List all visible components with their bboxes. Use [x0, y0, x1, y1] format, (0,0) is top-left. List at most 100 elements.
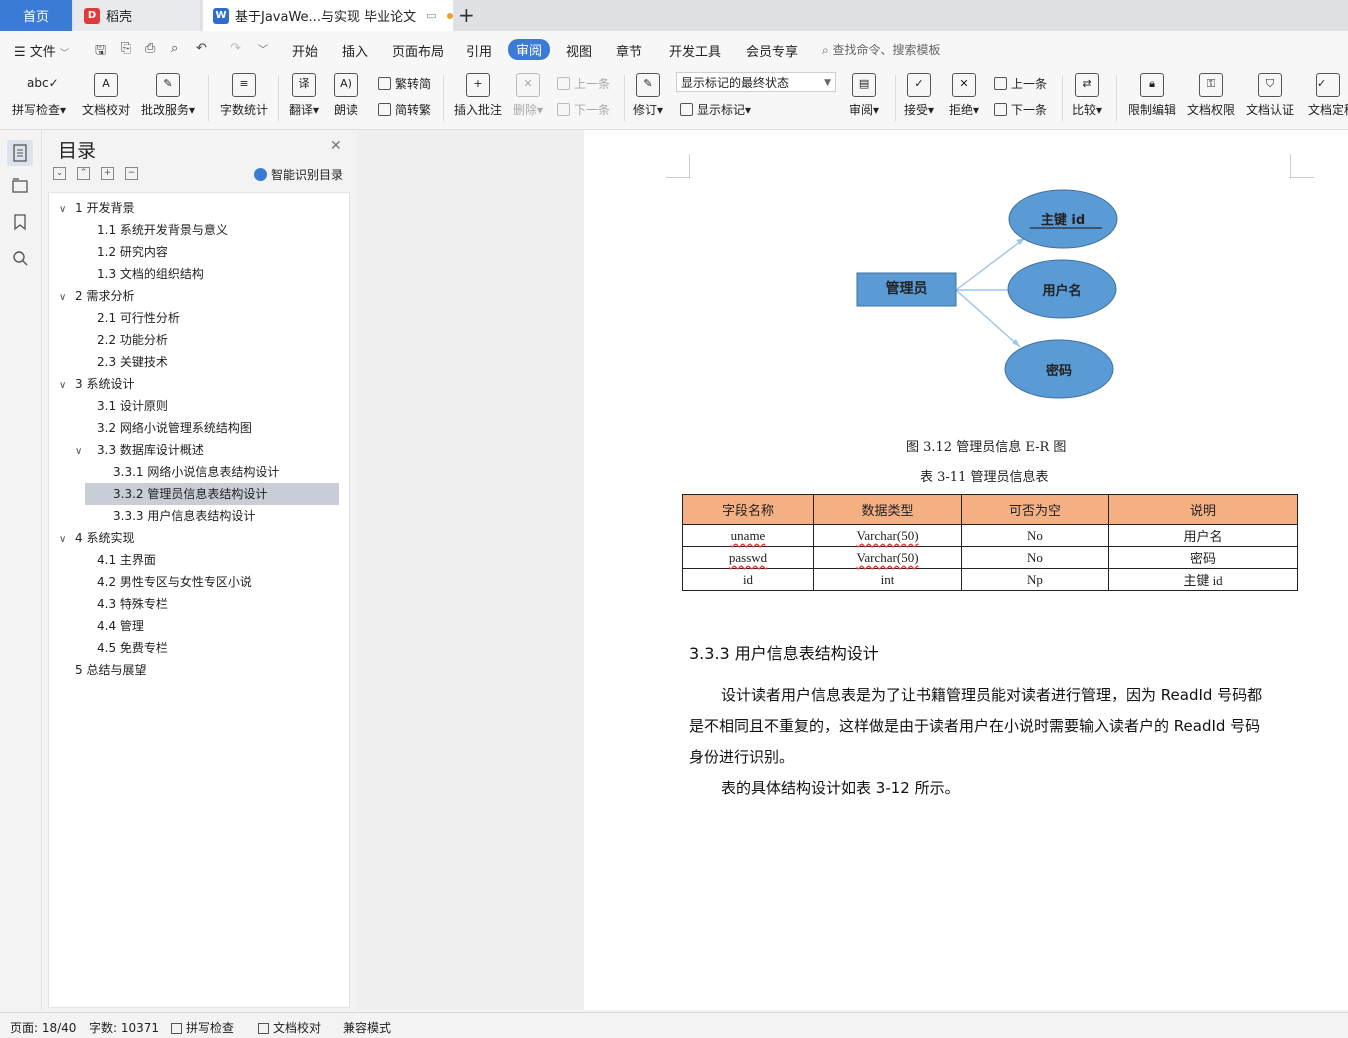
toc-item[interactable]: 3.1 设计原则	[49, 395, 168, 417]
navigation-icon[interactable]	[11, 177, 29, 195]
add-heading-icon[interactable]: +	[101, 167, 114, 180]
reject-button[interactable]: ✕ 拒绝▾	[949, 73, 979, 118]
status-proof[interactable]: 文档校对	[258, 1019, 321, 1036]
toc-item[interactable]: 4.4 管理	[49, 615, 144, 637]
toc-item[interactable]: 3.3.2 管理员信息表结构设计	[85, 483, 339, 505]
toc-item[interactable]: ∨ 1 开发背景	[49, 197, 134, 219]
translate-button[interactable]: 译翻译▾	[289, 73, 319, 118]
next-change-button[interactable]: 下一条	[994, 101, 1047, 118]
show-markup-button[interactable]: 显示标记▾	[680, 101, 751, 118]
menu-item-view[interactable]: 视图	[566, 41, 592, 60]
menu-item-layout[interactable]: 页面布局	[392, 41, 444, 60]
toc-item[interactable]: ∨ 4 系统实现	[49, 527, 134, 549]
toc-item[interactable]: ∨ 3.3 数据库设计概述	[49, 439, 204, 461]
trad-to-simp-button[interactable]: 繁转简	[378, 75, 431, 92]
menu-item-review[interactable]: 审阅	[508, 39, 551, 60]
menu-item-devtools[interactable]: 开发工具	[669, 41, 721, 60]
redo-icon[interactable]: ↷	[230, 41, 241, 56]
batch-service-button[interactable]: ✎ 批改服务▾	[141, 73, 195, 118]
next-comment-button[interactable]: 下一条	[557, 101, 610, 118]
remove-heading-icon[interactable]: −	[125, 167, 138, 180]
delete-comment-button[interactable]: ✕ 删除▾	[513, 73, 543, 118]
insert-comment-button[interactable]: + 插入批注	[454, 73, 502, 118]
doc-final-button[interactable]: ✓ 文档定稿	[1308, 73, 1348, 118]
chevron-down-icon[interactable]: ∨	[59, 375, 75, 397]
simp-to-trad-label: 简转繁	[395, 103, 432, 117]
spellcheck-label: 拼写检查	[12, 103, 61, 117]
smart-toc-button[interactable]: 智能识别目录	[254, 166, 343, 183]
spellcheck-button[interactable]: abc✓ 拼写检查▾	[12, 73, 66, 118]
save-icon[interactable]: 🖫	[95, 41, 106, 63]
prev-comment-label: 上一条	[574, 77, 611, 91]
chevron-down-icon[interactable]: ∨	[59, 287, 75, 309]
file-menu[interactable]: ☰ 文件 ﹀	[14, 41, 69, 60]
tab-daoke[interactable]: D 稻壳	[74, 0, 200, 31]
toc-item[interactable]: 1.2 研究内容	[49, 241, 168, 263]
restrict-edit-button[interactable]: 🔒︎ 限制编辑	[1128, 73, 1176, 118]
track-changes-button[interactable]: ✎ 修订▾	[633, 73, 663, 118]
print-preview-icon[interactable]: ⌕	[171, 41, 178, 56]
toc-item[interactable]: ∨ 3 系统设计	[49, 373, 134, 395]
review-pane-button[interactable]: ▤ 审阅▾	[849, 73, 879, 118]
table-row: passwd Varchar(50) No 密码	[682, 546, 1298, 569]
toc-item[interactable]: 1.3 文档的组织结构	[49, 263, 204, 285]
smart-toc-icon	[254, 168, 267, 181]
compare-button[interactable]: ⇄ 比较▾	[1072, 73, 1102, 118]
bookmark-icon[interactable]	[11, 213, 29, 231]
toc-item[interactable]: 2.1 可行性分析	[49, 307, 180, 329]
collapse-up-icon[interactable]: ⌃	[77, 167, 90, 180]
menu-item-start[interactable]: 开始	[292, 41, 318, 60]
accept-button[interactable]: ✓ 接受▾	[904, 73, 934, 118]
menu-item-chapter[interactable]: 章节	[616, 41, 642, 60]
command-search[interactable]: ⌕ 查找命令、搜索模板	[822, 41, 941, 58]
doc-permission-button[interactable]: ⚿ 文档权限	[1187, 73, 1235, 118]
menu-item-member[interactable]: 会员专享	[746, 41, 798, 60]
undo-icon[interactable]: ↶	[196, 41, 207, 56]
chevron-down-icon[interactable]: ∨	[59, 529, 75, 551]
simp-to-trad-icon	[378, 103, 391, 116]
toc-item-label: 4 系统实现	[75, 531, 135, 545]
prev-comment-button[interactable]: 上一条	[557, 75, 610, 92]
toc-item[interactable]: 4.3 特殊专栏	[49, 593, 168, 615]
toc-item[interactable]: 2.3 关键技术	[49, 351, 168, 373]
word-count-button[interactable]: ≡ 字数统计	[220, 73, 268, 118]
word-count-indicator[interactable]: 字数: 10371	[89, 1019, 159, 1036]
search-icon[interactable]	[11, 249, 29, 267]
chevron-down-icon[interactable]: ∨	[59, 199, 75, 221]
quick-access-dropdown-icon[interactable]: ﹀	[258, 41, 268, 56]
status-spellcheck[interactable]: 拼写检查	[171, 1019, 234, 1036]
close-icon[interactable]: ✕	[330, 138, 342, 154]
toc-item[interactable]: 4.1 主界面	[49, 549, 156, 571]
section-heading: 3.3.3 用户信息表结构设计	[689, 644, 879, 663]
chevron-down-icon[interactable]: ∨	[75, 441, 97, 463]
doc-proof-button[interactable]: A 文档校对	[82, 73, 130, 118]
toc-item[interactable]: 4.2 男性专区与女性专区小说	[49, 571, 252, 593]
tab-home[interactable]: 首页	[0, 0, 72, 31]
toc-item[interactable]: 3.3.1 网络小说信息表结构设计	[49, 461, 279, 483]
doc-certify-button[interactable]: ⛉ 文档认证	[1246, 73, 1294, 118]
monitor-icon[interactable]: ▭	[426, 9, 436, 22]
page-indicator[interactable]: 页面: 18/40	[10, 1019, 76, 1036]
toc-item[interactable]: 2.2 功能分析	[49, 329, 168, 351]
next-change-label: 下一条	[1011, 103, 1048, 117]
menu-bar: ☰ 文件 ﹀ 🖫 ⎘ ⎙ ⌕ ↶ ↷ ﹀ 开始 插入 页面布局 引用 审阅 视图…	[0, 31, 1348, 67]
toc-item[interactable]: 3.2 网络小说管理系统结构图	[49, 417, 252, 439]
tab-document[interactable]: W 基于JavaWe...与实现 毕业论文 ▭	[203, 0, 453, 31]
toc-icon[interactable]	[7, 140, 33, 166]
expand-down-icon[interactable]: ⌄	[53, 167, 66, 180]
toc-item[interactable]: 5 总结与展望	[49, 659, 146, 681]
markup-state-select[interactable]: 显示标记的最终状态 ▼	[676, 72, 836, 92]
toc-item[interactable]: 3.3.3 用户信息表结构设计	[49, 505, 255, 527]
toc-item[interactable]: 1.1 系统开发背景与意义	[49, 219, 228, 241]
new-tab-button[interactable]: +	[458, 3, 475, 27]
export-icon[interactable]: ⎘	[121, 41, 131, 56]
print-icon[interactable]: ⎙	[145, 41, 155, 56]
prev-change-button[interactable]: 上一条	[994, 75, 1047, 92]
trad-to-simp-label: 繁转简	[395, 77, 432, 91]
toc-item[interactable]: ∨ 2 需求分析	[49, 285, 134, 307]
menu-item-reference[interactable]: 引用	[466, 41, 492, 60]
menu-item-insert[interactable]: 插入	[342, 41, 368, 60]
toc-item[interactable]: 4.5 免费专栏	[49, 637, 168, 659]
simp-to-trad-button[interactable]: 简转繁	[378, 101, 431, 118]
read-aloud-button[interactable]: A) 朗读	[334, 73, 358, 118]
